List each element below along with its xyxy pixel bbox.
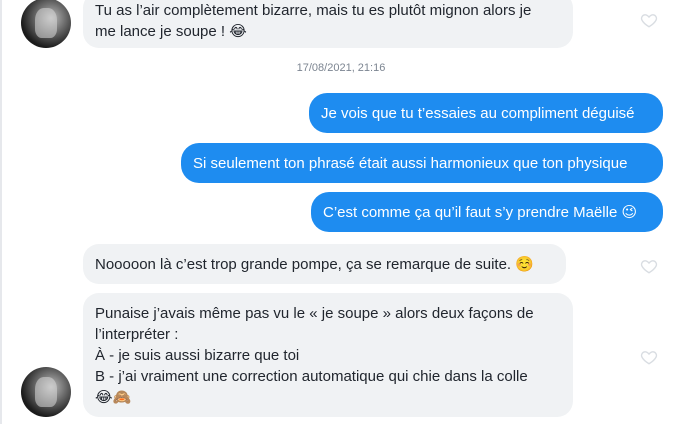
message-bubble-sent: C’est comme ça qu’il faut s’y prendre Ma… bbox=[311, 192, 663, 232]
message-line: B - j’ai vraiment une correction automat… bbox=[95, 368, 528, 385]
avatar-figure bbox=[35, 377, 57, 407]
like-heart-icon[interactable] bbox=[640, 348, 658, 366]
message-bubble-received: Tu as l’air complètement bizarre, mais t… bbox=[83, 0, 573, 48]
avatar[interactable] bbox=[21, 0, 71, 48]
like-heart-icon[interactable] bbox=[640, 11, 658, 29]
like-heart-icon[interactable] bbox=[640, 257, 658, 275]
message-line: À - je suis aussi bizarre que toi bbox=[95, 347, 300, 364]
message-bubble-sent: Si seulement ton phrasé était aussi harm… bbox=[181, 143, 663, 183]
message-bubble-received: Punaise j’avais même pas vu le « je soup… bbox=[83, 293, 573, 417]
message-line: 😂🙈 bbox=[95, 389, 132, 406]
avatar-figure bbox=[35, 8, 57, 38]
message-bubble-sent: Je vois que tu t’essaies au compliment d… bbox=[309, 93, 663, 133]
message-text: Je vois que tu t’essaies au compliment d… bbox=[321, 104, 635, 122]
message-timestamp: 17/08/2021, 21:16 bbox=[296, 62, 386, 74]
message-text: C’est comme ça qu’il faut s’y prendre Ma… bbox=[323, 203, 638, 221]
avatar[interactable] bbox=[21, 367, 71, 417]
message-line: Punaise j’avais même pas vu le « je soup… bbox=[95, 305, 534, 322]
message-line: Tu as l’air complètement bizarre, mais t… bbox=[95, 2, 532, 19]
message-text: Si seulement ton phrasé était aussi harm… bbox=[193, 154, 628, 172]
message-line: l’interpréter : bbox=[95, 326, 179, 343]
message-text: Nooooon là c’est trop grande pompe, ça s… bbox=[95, 255, 534, 273]
message-line: me lance je soupe ! 😂 bbox=[95, 23, 247, 40]
message-bubble-received: Nooooon là c’est trop grande pompe, ça s… bbox=[83, 244, 566, 284]
